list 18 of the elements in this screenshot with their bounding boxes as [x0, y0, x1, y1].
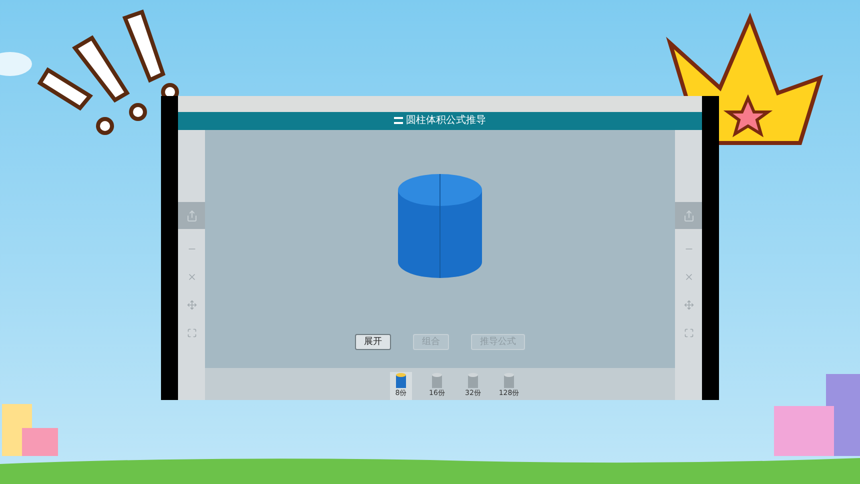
buildings-drawing [0, 404, 60, 456]
document-icon [394, 117, 403, 125]
close-icon[interactable] [186, 272, 196, 282]
cylinder-icon [467, 372, 479, 390]
share-icon [186, 210, 198, 222]
move-icon[interactable] [684, 300, 694, 310]
fullscreen-icon[interactable] [186, 328, 196, 338]
window-title: 圆柱体积公式推导 [406, 116, 486, 126]
share-button[interactable] [178, 202, 205, 229]
share-icon [682, 210, 694, 222]
close-icon[interactable] [684, 272, 694, 282]
share-button[interactable] [675, 202, 702, 229]
move-icon[interactable] [186, 300, 196, 310]
cylinder-icon [431, 372, 443, 390]
action-button[interactable]: 展开 [355, 334, 391, 350]
cylinder-icon [395, 372, 407, 390]
fullscreen-icon[interactable] [684, 328, 694, 338]
cylinder-icon [503, 372, 515, 390]
